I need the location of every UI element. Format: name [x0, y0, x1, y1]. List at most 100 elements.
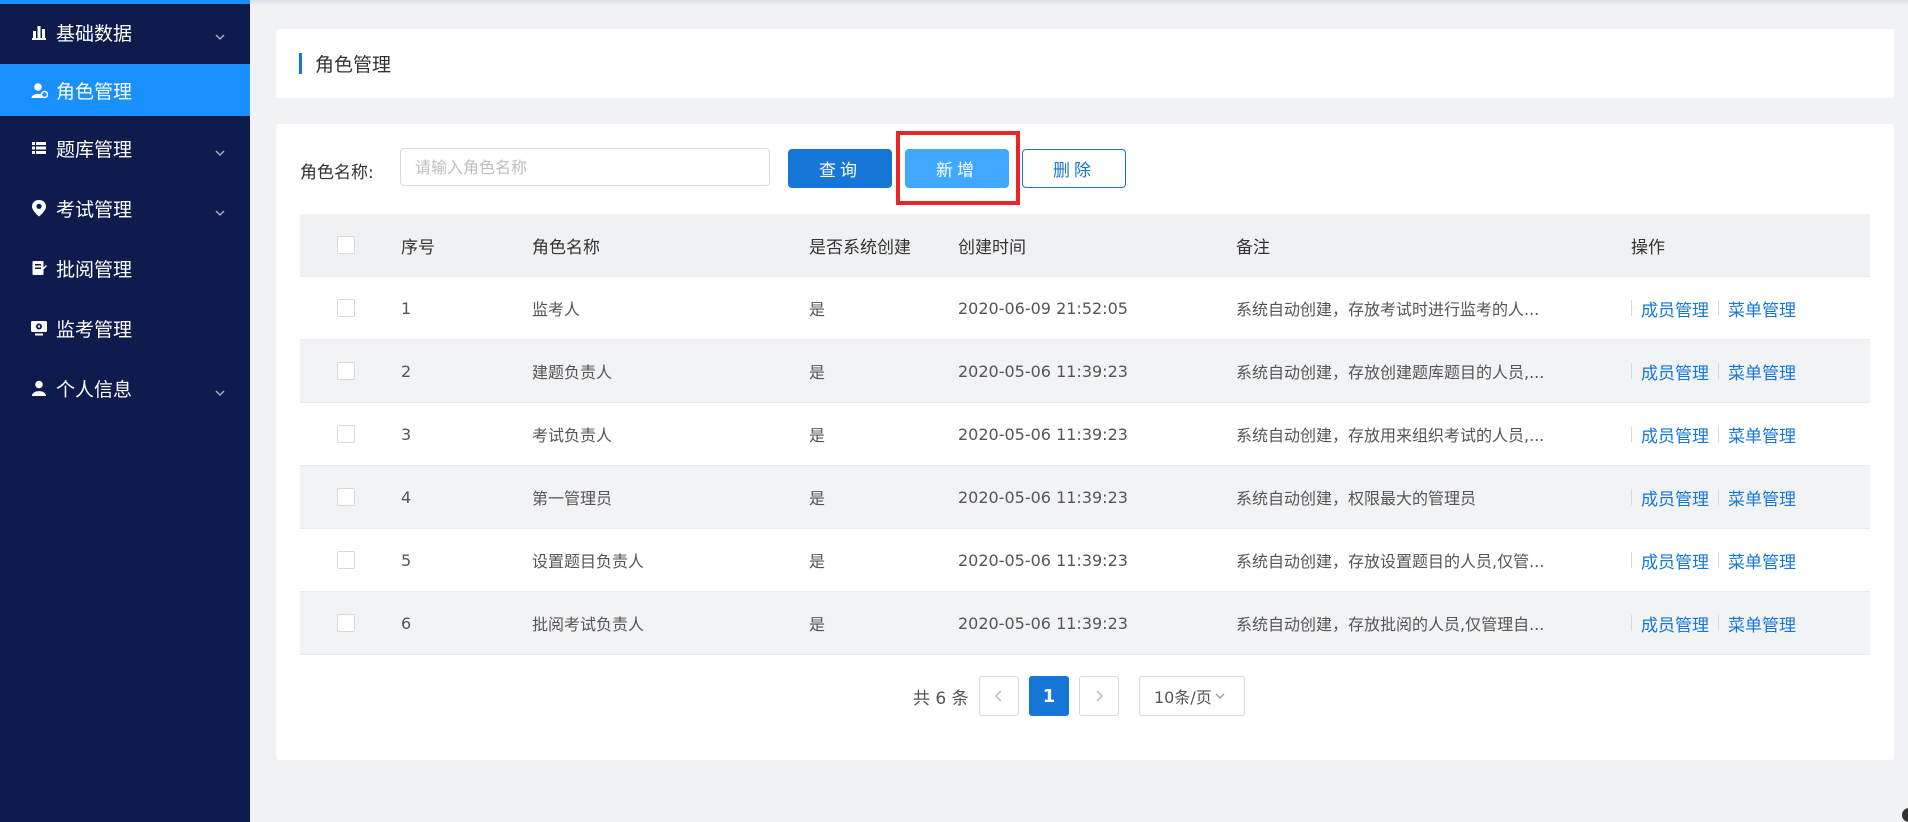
chevron-right-icon: [1096, 690, 1104, 702]
row-index: 1: [401, 298, 412, 318]
user-role-icon: [28, 79, 50, 101]
chevron-left-icon: [994, 690, 1002, 702]
row-index: 6: [401, 613, 412, 633]
sidebar-item-role-management[interactable]: 角色管理: [0, 64, 250, 116]
document-edit-icon: [28, 257, 50, 279]
row-created-time: 2020-05-06 11:39:23: [958, 487, 1128, 507]
member-management-link[interactable]: 成员管理: [1641, 548, 1709, 573]
row-role-name: 批阅考试负责人: [532, 615, 645, 634]
row-operations: 成员管理 菜单管理: [1631, 592, 1861, 654]
chevron-down-icon: [214, 202, 226, 224]
table-row: 4 第一管理员 是 2020-05-06 11:39:23 系统自动创建，权限最…: [300, 466, 1870, 529]
member-management-link[interactable]: 成员管理: [1641, 296, 1709, 321]
table-row: 5 设置题目负责人 是 2020-05-06 11:39:23 系统自动创建，存…: [300, 529, 1870, 592]
row-system-created: 是: [809, 615, 826, 634]
bar-chart-icon: [28, 21, 50, 43]
member-management-link[interactable]: 成员管理: [1641, 359, 1709, 384]
row-operations: 成员管理 菜单管理: [1631, 466, 1861, 528]
chevron-down-icon: [214, 26, 226, 48]
role-list-card: 角色名称: 查询 新增 删除 序号 角色名称 是否系统创建 创建时间 备注 操作…: [276, 124, 1894, 760]
row-created-time: 2020-05-06 11:39:23: [958, 613, 1128, 633]
header-operations: 操作: [1631, 237, 1665, 258]
row-checkbox[interactable]: [337, 299, 355, 317]
row-operations: 成员管理 菜单管理: [1631, 529, 1861, 591]
sidebar-item-proctor-management[interactable]: 监考管理: [0, 300, 250, 356]
sidebar-item-label: 角色管理: [56, 80, 133, 103]
table-header-row: 序号 角色名称 是否系统创建 创建时间 备注 操作: [300, 214, 1870, 277]
row-system-created: 是: [809, 426, 826, 445]
row-checkbox-cell: [335, 340, 357, 402]
row-role-name: 第一管理员: [532, 489, 613, 508]
row-remark: 系统自动创建，存放批阅的人员,仅管理自...: [1236, 615, 1545, 634]
ops-divider: [1718, 489, 1719, 505]
page-size-select[interactable]: 10条/页: [1139, 676, 1245, 716]
header-role-name: 角色名称: [532, 237, 600, 258]
chevron-down-icon: [214, 382, 226, 404]
location-pin-icon: [28, 197, 50, 219]
table-row: 2 建题负责人 是 2020-05-06 11:39:23 系统自动创建，存放创…: [300, 340, 1870, 403]
row-remark: 系统自动创建，存放用来组织考试的人员,...: [1236, 426, 1545, 445]
query-button[interactable]: 查询: [788, 149, 892, 188]
menu-management-link[interactable]: 菜单管理: [1728, 611, 1796, 636]
page-number-button[interactable]: 1: [1029, 676, 1069, 716]
ops-divider: [1718, 363, 1719, 379]
member-management-link[interactable]: 成员管理: [1641, 422, 1709, 447]
table-row: 1 监考人 是 2020-06-09 21:52:05 系统自动创建，存放考试时…: [300, 277, 1870, 340]
header-checkbox-cell: [335, 214, 357, 276]
menu-management-link[interactable]: 菜单管理: [1728, 296, 1796, 321]
pagination: 共 6 条 1 10条/页: [276, 676, 1894, 716]
row-operations: 成员管理 菜单管理: [1631, 403, 1861, 465]
table-row: 6 批阅考试负责人 是 2020-05-06 11:39:23 系统自动创建，存…: [300, 592, 1870, 655]
row-checkbox-cell: [335, 529, 357, 591]
list-icon: [28, 137, 50, 159]
chevron-down-icon: [1215, 693, 1225, 699]
row-checkbox-cell: [335, 403, 357, 465]
sidebar-item-basic-data[interactable]: 基础数据: [0, 4, 250, 60]
delete-button[interactable]: 删除: [1022, 149, 1126, 188]
highlight-box: [896, 131, 1020, 205]
row-checkbox[interactable]: [337, 362, 355, 380]
menu-management-link[interactable]: 菜单管理: [1728, 359, 1796, 384]
row-system-created: 是: [809, 489, 826, 508]
search-label: 角色名称:: [300, 163, 374, 183]
row-role-name: 考试负责人: [532, 426, 613, 445]
sidebar: 基础数据 角色管理 题库管理 考试管理 批阅管理 监考管理 个人信息: [0, 0, 250, 822]
next-page-button[interactable]: [1079, 676, 1119, 716]
sidebar-item-exam-management[interactable]: 考试管理: [0, 180, 250, 236]
row-checkbox[interactable]: [337, 488, 355, 506]
menu-management-link[interactable]: 菜单管理: [1728, 548, 1796, 573]
row-checkbox-cell: [335, 277, 357, 339]
sidebar-item-label: 监考管理: [56, 318, 133, 341]
row-system-created: 是: [809, 552, 826, 571]
sidebar-item-review-management[interactable]: 批阅管理: [0, 240, 250, 296]
ops-divider: [1718, 300, 1719, 316]
member-management-link[interactable]: 成员管理: [1641, 611, 1709, 636]
ops-divider: [1718, 426, 1719, 442]
row-checkbox[interactable]: [337, 425, 355, 443]
row-created-time: 2020-05-06 11:39:23: [958, 361, 1128, 381]
select-all-checkbox[interactable]: [337, 236, 355, 254]
row-created-time: 2020-05-06 11:39:23: [958, 424, 1128, 444]
top-shadow-strip: [250, 0, 1908, 6]
sidebar-item-personal-info[interactable]: 个人信息: [0, 360, 250, 416]
corner-indicator: [1902, 808, 1908, 822]
sidebar-menu: 基础数据 角色管理 题库管理 考试管理 批阅管理 监考管理 个人信息: [0, 4, 250, 420]
row-remark: 系统自动创建，权限最大的管理员: [1236, 489, 1477, 508]
row-remark: 系统自动创建，存放考试时进行监考的人...: [1236, 300, 1540, 319]
header-remark: 备注: [1236, 237, 1270, 258]
menu-management-link[interactable]: 菜单管理: [1728, 422, 1796, 447]
table-row: 3 考试负责人 是 2020-05-06 11:39:23 系统自动创建，存放用…: [300, 403, 1870, 466]
row-remark: 系统自动创建，存放设置题目的人员,仅管...: [1236, 552, 1545, 571]
prev-page-button[interactable]: [979, 676, 1019, 716]
row-checkbox-cell: [335, 466, 357, 528]
page-title: 角色管理: [315, 54, 392, 76]
member-management-link[interactable]: 成员管理: [1641, 485, 1709, 510]
menu-management-link[interactable]: 菜单管理: [1728, 485, 1796, 510]
row-checkbox[interactable]: [337, 551, 355, 569]
role-name-search-input[interactable]: [400, 148, 770, 186]
row-checkbox[interactable]: [337, 614, 355, 632]
header-created-time: 创建时间: [958, 237, 1026, 258]
monitor-eye-icon: [28, 317, 50, 339]
row-remark: 系统自动创建，存放创建题库题目的人员,...: [1236, 363, 1545, 382]
sidebar-item-question-bank[interactable]: 题库管理: [0, 120, 250, 176]
